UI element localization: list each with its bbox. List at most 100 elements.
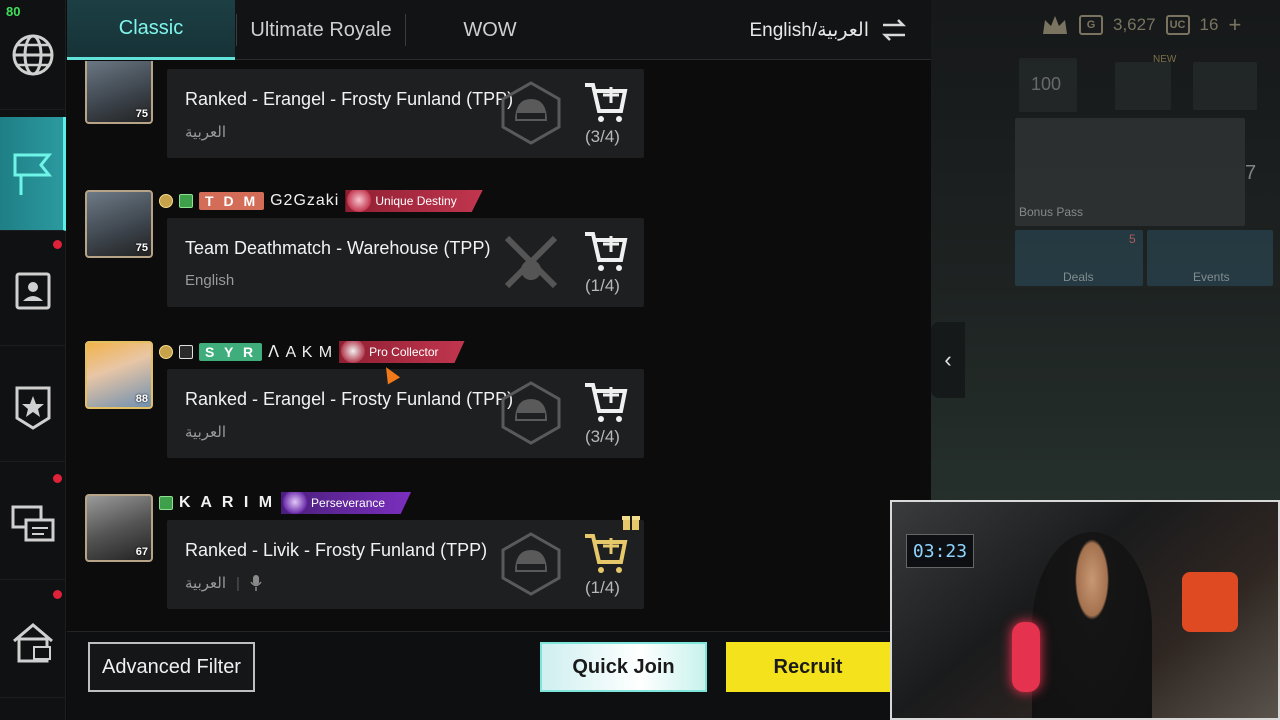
language-label-row: English [185, 272, 234, 289]
language-label-row: العربية [185, 123, 226, 141]
quick-join-button[interactable]: Quick Join [540, 642, 707, 692]
notification-dot [53, 474, 62, 483]
star-badge-icon [15, 386, 51, 430]
100-badge-button[interactable]: 100 [1019, 58, 1077, 112]
microphone-prop [1012, 622, 1040, 692]
advanced-filter-label: Advanced Filter [102, 655, 241, 678]
chat-icon [11, 505, 55, 541]
badge-100-label: 100 [1031, 74, 1062, 94]
crate-button[interactable]: NEW [1115, 54, 1176, 110]
collapse-panel-button[interactable]: ‹ [931, 322, 965, 398]
player-name[interactable]: G2Gzaki [270, 192, 339, 210]
list-item[interactable]: 67 K A R I M Perseverance Ranked - Livik… [67, 490, 931, 631]
separator: | [236, 574, 240, 592]
list-item[interactable]: 88 S Y R ᐱ A K M Pro Collector Ranked - … [67, 339, 931, 489]
player-badge-row: T D M G2Gzaki Unique Destiny [159, 188, 483, 214]
g-coin-icon: G [1079, 15, 1103, 35]
nav-contacts[interactable] [0, 236, 66, 346]
gift-icon [622, 516, 640, 530]
rank-badge-icon [159, 194, 173, 208]
webcam-overlay: 03:23 [890, 500, 1280, 720]
tab-wow[interactable]: WOW [406, 0, 574, 60]
avatar[interactable]: 75 [85, 190, 153, 258]
title-badge-label: Perseverance [311, 496, 386, 510]
helmet-rank-icon [501, 381, 561, 445]
tab-classic[interactable]: Classic [67, 0, 235, 60]
g-coin-amount: 3,627 [1113, 15, 1156, 34]
language-toggle[interactable]: English/العربية [749, 0, 907, 60]
home-icon [13, 622, 53, 662]
cart-join-icon[interactable] [583, 532, 629, 576]
player-badge-row: K A R I M Perseverance [159, 490, 412, 516]
nav-chat[interactable] [0, 470, 66, 580]
slots-count: (3/4) [585, 427, 620, 446]
recruit-button[interactable]: Recruit [726, 642, 890, 692]
avatar-level: 88 [135, 393, 148, 405]
language-label: العربية [185, 575, 226, 592]
notification-dot [53, 240, 62, 249]
list-item[interactable]: 75 T D M G2Gzaki Unique Destiny Team Dea… [67, 188, 931, 338]
cart-join-icon[interactable] [583, 381, 629, 425]
nav-globe[interactable] [0, 0, 66, 110]
avatar-level: 75 [135, 242, 148, 254]
team-card[interactable]: Ranked - Erangel - Frosty Funland (TPP) … [167, 69, 644, 158]
avatar-level: 75 [135, 108, 148, 120]
banner-pager: 7 [1245, 162, 1257, 184]
nav-achievements[interactable] [0, 352, 66, 462]
notification-dot [53, 590, 62, 599]
microphone-icon [250, 575, 262, 591]
player-name[interactable]: ᐱ A K M [268, 342, 333, 362]
lamp-prop [1182, 572, 1238, 632]
avatar[interactable]: 67 [85, 494, 153, 562]
helmet-rank-icon [501, 81, 561, 145]
title-badge-label: Unique Destiny [375, 194, 457, 208]
mode-name: Ranked - Livik - Frosty Funland (TPP) [185, 540, 488, 560]
tab-ultimate-royale[interactable]: Ultimate Royale [237, 0, 405, 60]
bottom-bar: Advanced Filter Quick Join Recruit [67, 631, 931, 720]
clan-tag: T D M [199, 192, 265, 210]
player-name[interactable]: K A R I M [179, 494, 275, 512]
title-badge: Pro Collector [339, 341, 465, 363]
flag-badge-icon [159, 496, 173, 510]
language-label: العربية [185, 124, 226, 141]
globe-icon [12, 34, 54, 75]
avatar[interactable]: 75 [85, 61, 153, 124]
add-currency-icon[interactable]: + [1228, 12, 1241, 38]
rank-badge-icon [159, 345, 173, 359]
title-emblem-icon [347, 190, 372, 212]
crossed-guns-icon [504, 235, 558, 289]
team-card[interactable]: Team Deathmatch - Warehouse (TPP) Englis… [167, 218, 644, 307]
left-nav: 80 [0, 0, 66, 720]
flag-badge-icon [179, 194, 193, 208]
mode-tabs: Classic Ultimate Royale WOW English/العر… [67, 0, 931, 60]
title-badge-label: Pro Collector [369, 345, 439, 359]
swap-arrows-icon [881, 19, 907, 41]
nav-team-flag[interactable] [0, 117, 66, 231]
lobby-background: G 3,627 UC 16 + 100 NEW Bonus Pass 7 Dea… [890, 0, 1280, 720]
cart-join-icon[interactable] [583, 81, 629, 125]
team-list: 75 Ranked - Erangel - Frosty Funland (TP… [67, 61, 931, 631]
language-label: العربية [185, 424, 226, 441]
advanced-filter-button[interactable]: Advanced Filter [88, 642, 255, 692]
language-label: English [185, 272, 235, 289]
avatar[interactable]: 88 [85, 341, 153, 409]
quick-join-label: Quick Join [572, 655, 675, 678]
cart-join-icon[interactable] [583, 230, 629, 274]
title-badge: Unique Destiny [345, 190, 483, 212]
language-toggle-label: English/العربية [749, 19, 869, 41]
helmet-rank-icon [501, 532, 561, 596]
bonus-pass-label: Bonus Pass [1019, 205, 1084, 219]
list-item[interactable]: 75 Ranked - Erangel - Frosty Funland (TP… [67, 61, 931, 158]
team-card[interactable]: Ranked - Livik - Frosty Funland (TPP) ال… [167, 516, 644, 609]
slots-count: (3/4) [585, 127, 620, 146]
mode-name: Ranked - Erangel - Frosty Funland (TPP) [185, 389, 514, 409]
language-label-row: العربية | [185, 574, 262, 592]
team-card[interactable]: Ranked - Erangel - Frosty Funland (TPP) … [167, 369, 644, 458]
shop-cart-button[interactable] [1193, 62, 1257, 110]
nav-clan-home[interactable] [0, 588, 66, 698]
events-label: Events [1193, 270, 1230, 284]
new-label: NEW [1153, 54, 1177, 65]
tab-label: Ultimate Royale [250, 18, 392, 41]
slots-count: (1/4) [585, 276, 620, 295]
webcam-clock: 03:23 [906, 534, 974, 568]
